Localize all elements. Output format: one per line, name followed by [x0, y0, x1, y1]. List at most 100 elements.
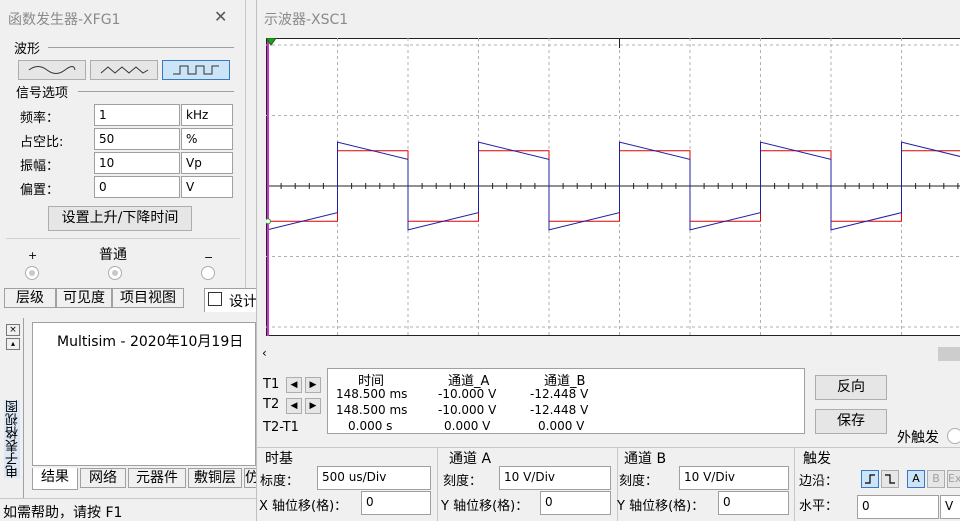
- falling-edge-icon: [885, 474, 895, 484]
- duty-cycle-unit[interactable]: %: [181, 128, 233, 150]
- delta-time: 0.000 s: [348, 419, 393, 433]
- trigger-marker: [266, 218, 271, 225]
- scroll-up-icon[interactable]: ▴: [6, 338, 20, 350]
- waveform-group-title: 波形: [14, 42, 41, 57]
- spreadsheet-panel: Multisim - 2020年10月19日: [32, 322, 256, 466]
- offset-unit[interactable]: V: [181, 176, 233, 198]
- frequency-input[interactable]: 1: [94, 104, 180, 126]
- scope-screen[interactable]: [266, 38, 960, 336]
- sine-wave-button[interactable]: [18, 60, 86, 80]
- ext-trigger-label: 外触发: [897, 430, 939, 446]
- frequency-label: 频率：: [20, 111, 60, 126]
- channel-b-scale-label: 刻度：: [619, 474, 659, 489]
- spreadsheet-view-label[interactable]: 电子表格视图: [4, 400, 21, 478]
- channel-a-scale-label: 刻度：: [443, 474, 483, 489]
- spreadsheet-view-side-bar: × ▴ 电子表格视图: [0, 318, 24, 498]
- function-generator-window: 函数发生器-XFG1 ✕ 波形 信号选项 频率： 1 kHz 占空比: 50 %…: [0, 0, 246, 288]
- t2-t1-label: T2-T1: [263, 420, 299, 435]
- offset-label: 偏置：: [20, 183, 60, 198]
- trigger-source-ext[interactable]: Ext: [947, 470, 960, 488]
- common-terminal[interactable]: [108, 266, 122, 280]
- ext-trigger-terminal[interactable]: [947, 428, 960, 444]
- fg-title: 函数发生器-XFG1: [8, 12, 121, 28]
- tab-visibility[interactable]: 可见度: [56, 288, 112, 308]
- plus-terminal-label: +: [28, 249, 38, 262]
- status-text: 如需帮助，请按 F1: [3, 505, 123, 521]
- design-tab[interactable]: 设计: [204, 288, 258, 312]
- channel-a-title: 通道 A: [449, 451, 492, 467]
- duty-cycle-input[interactable]: 50: [94, 128, 180, 150]
- frequency-unit[interactable]: kHz: [181, 104, 233, 126]
- channel-b-y-position-label: Y 轴位移(格)：: [617, 499, 705, 514]
- tab-project-view[interactable]: 项目视图: [112, 288, 184, 308]
- triangle-wave-icon: [100, 66, 149, 74]
- offset-input[interactable]: 0: [94, 176, 180, 198]
- triangle-wave-button[interactable]: [90, 60, 158, 80]
- channel-b-y-position-input[interactable]: 0: [718, 491, 789, 515]
- t2-left-arrow[interactable]: ◀: [286, 398, 302, 414]
- close-icon[interactable]: ✕: [214, 7, 227, 26]
- readout-table: 时间 通道_A 通道_B 148.500 ms -10.000 V -12.44…: [327, 368, 805, 434]
- tab-results[interactable]: 结果: [32, 468, 78, 490]
- t2-channel-b: -12.448 V: [530, 403, 589, 417]
- scope-background: [266, 38, 960, 336]
- plus-terminal[interactable]: [25, 266, 39, 280]
- sine-wave-icon: [28, 66, 76, 74]
- rise-fall-time-button[interactable]: 设置上升/下降时间: [48, 206, 192, 231]
- t1-channel-a: -10.000 V: [438, 387, 497, 401]
- falling-edge-button[interactable]: [881, 470, 899, 488]
- rising-edge-button[interactable]: [861, 470, 879, 488]
- trigger-title: 触发: [803, 451, 831, 467]
- trigger-level-label: 水平：: [799, 499, 839, 514]
- tab-nets[interactable]: 网络: [80, 468, 126, 488]
- scroll-left-icon[interactable]: ‹: [262, 346, 267, 360]
- common-terminal-label: 普通: [99, 247, 127, 263]
- channel-a-y-position-input[interactable]: 0: [540, 491, 611, 515]
- t1-left-arrow[interactable]: ◀: [286, 377, 302, 393]
- tab-copper-layers[interactable]: 敷铜层: [188, 468, 242, 488]
- signal-options-title: 信号选项: [16, 86, 69, 101]
- timebase-x-position-input[interactable]: 0: [361, 491, 431, 515]
- timebase-title: 时基: [265, 451, 293, 467]
- delta-channel-a: 0.000 V: [444, 419, 491, 433]
- timebase-scale-label: 标度：: [260, 474, 300, 489]
- channel-b-scale-input[interactable]: 10 V/Div: [679, 466, 789, 490]
- pin-icon[interactable]: ×: [6, 324, 20, 336]
- scope-scrollbar[interactable]: ‹: [257, 346, 960, 361]
- t2-label: T2: [263, 397, 280, 412]
- trigger-level-unit[interactable]: V: [940, 495, 960, 519]
- t1-time: 148.500 ms: [336, 387, 408, 401]
- square-wave-icon: [173, 65, 219, 75]
- t1-right-arrow[interactable]: ▶: [305, 377, 321, 393]
- amplitude-unit[interactable]: Vp: [181, 152, 233, 174]
- rising-edge-icon: [865, 474, 875, 484]
- timebase-scale-input[interactable]: 500 us/Div: [317, 466, 431, 490]
- minus-terminal-label: −: [204, 251, 214, 264]
- duty-cycle-label: 占空比:: [20, 135, 64, 150]
- channel-b-title: 通道 B: [624, 451, 667, 467]
- amplitude-input[interactable]: 10: [94, 152, 180, 174]
- reverse-button[interactable]: 反向: [815, 375, 887, 400]
- channel-a-scale-input[interactable]: 10 V/Div: [499, 466, 611, 490]
- trigger-source-b[interactable]: B: [927, 470, 945, 488]
- save-button[interactable]: 保存: [815, 409, 887, 434]
- delta-channel-b: 0.000 V: [538, 419, 585, 433]
- t2-right-arrow[interactable]: ▶: [305, 398, 321, 414]
- square-wave-button[interactable]: [162, 60, 230, 80]
- tab-hierarchy[interactable]: 层级: [4, 288, 56, 308]
- t2-channel-a: -10.000 V: [438, 403, 497, 417]
- design-tab-label: 设计: [229, 294, 257, 310]
- t1-channel-b: -12.448 V: [530, 387, 589, 401]
- timebase-x-position-label: X 轴位移(格)：: [259, 499, 348, 514]
- t1-label: T1: [263, 377, 280, 392]
- channel-a-y-position-label: Y 轴位移(格)：: [441, 499, 529, 514]
- trigger-level-input[interactable]: 0: [857, 495, 939, 519]
- trigger-source-a[interactable]: A: [907, 470, 925, 488]
- tab-components[interactable]: 元器件: [128, 468, 186, 488]
- minus-terminal[interactable]: [201, 266, 215, 280]
- design-icon: [208, 292, 222, 306]
- t2-time: 148.500 ms: [336, 403, 408, 417]
- scroll-thumb[interactable]: [938, 347, 960, 361]
- status-bar: 如需帮助，请按 F1: [0, 498, 256, 521]
- scope-title: 示波器-XSC1: [264, 12, 349, 28]
